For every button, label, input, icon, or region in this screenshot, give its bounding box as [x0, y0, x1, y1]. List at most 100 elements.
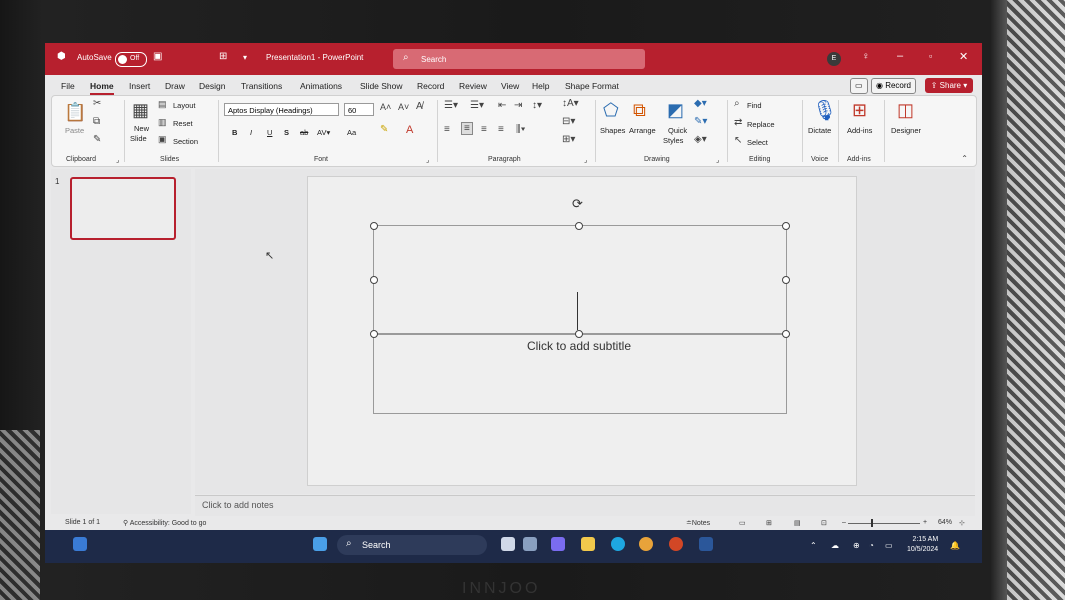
- drawing-launcher-icon[interactable]: ⌟: [716, 156, 719, 164]
- arrange-icon[interactable]: ⧉: [633, 100, 646, 121]
- new-slide-label-2[interactable]: Slide: [130, 134, 147, 143]
- notes-toggle[interactable]: ≐Notes: [686, 519, 710, 527]
- resize-handle[interactable]: [782, 330, 790, 338]
- rotate-handle-icon[interactable]: ⟳: [572, 196, 583, 212]
- slideshow-view-icon[interactable]: ⊡: [821, 519, 827, 527]
- taskbar-search[interactable]: ⌕ Search: [337, 535, 487, 555]
- autosave-toggle[interactable]: Off: [115, 52, 147, 67]
- zoom-level[interactable]: 64%: [938, 519, 952, 526]
- clock[interactable]: 2:15 AM 10/5/2024: [907, 535, 938, 555]
- reset-button[interactable]: Reset: [173, 119, 193, 128]
- shape-outline-icon[interactable]: ✎▾: [694, 116, 707, 127]
- file-explorer-icon[interactable]: [581, 537, 595, 551]
- format-painter-icon[interactable]: ✎: [93, 134, 101, 145]
- resize-handle[interactable]: [575, 222, 583, 230]
- chrome-icon[interactable]: [639, 537, 653, 551]
- reading-view-icon[interactable]: ▤: [794, 519, 801, 527]
- microphone-icon[interactable]: 🎙: [812, 98, 837, 123]
- shadow-button[interactable]: S: [284, 128, 289, 137]
- resize-handle[interactable]: [575, 330, 583, 338]
- line-spacing-icon[interactable]: ↕▾: [532, 100, 542, 111]
- collapse-ribbon-icon[interactable]: ⌃: [961, 154, 968, 163]
- tab-view[interactable]: View: [501, 81, 519, 91]
- task-view-icon[interactable]: [501, 537, 515, 551]
- new-slide-label[interactable]: New: [134, 124, 149, 133]
- widgets-icon[interactable]: [73, 537, 87, 551]
- clear-formatting-icon[interactable]: A̸: [416, 101, 423, 112]
- subtitle-text[interactable]: Click to add subtitle: [373, 339, 785, 353]
- notes-placeholder[interactable]: Click to add notes: [202, 500, 274, 510]
- align-text-icon[interactable]: ⊟▾: [562, 116, 575, 127]
- record-button[interactable]: ◉ Record: [871, 78, 916, 94]
- shapes-button[interactable]: Shapes: [600, 126, 625, 135]
- section-button[interactable]: Section: [173, 137, 198, 146]
- increase-font-icon[interactable]: A˄: [380, 102, 391, 112]
- find-button[interactable]: Find: [747, 101, 762, 110]
- columns-icon[interactable]: ⫼▾: [516, 124, 525, 135]
- paste-label[interactable]: Paste: [65, 126, 84, 135]
- dictate-button[interactable]: Dictate: [808, 126, 831, 135]
- justify-icon[interactable]: ≡: [498, 124, 504, 135]
- comments-button[interactable]: ▭: [850, 78, 868, 94]
- customize-quick-access-icon[interactable]: ▾: [243, 53, 247, 62]
- addins-button[interactable]: Add-ins: [847, 126, 872, 135]
- language-icon[interactable]: ⊕: [853, 541, 860, 550]
- paragraph-launcher-icon[interactable]: ⌟: [584, 156, 587, 164]
- tab-slide-show[interactable]: Slide Show: [360, 81, 403, 91]
- increase-indent-icon[interactable]: ⇥: [514, 100, 522, 111]
- restore-icon[interactable]: ▫: [929, 51, 932, 61]
- character-spacing-icon[interactable]: AV▾: [317, 128, 330, 137]
- zoom-slider[interactable]: [848, 523, 920, 524]
- resize-handle[interactable]: [370, 276, 378, 284]
- paste-icon[interactable]: 📋: [64, 102, 86, 123]
- tab-shape-format[interactable]: Shape Format: [565, 81, 619, 91]
- word-icon[interactable]: [699, 537, 713, 551]
- highlight-icon[interactable]: ✎: [380, 124, 388, 135]
- normal-view-icon[interactable]: ▭: [739, 519, 746, 527]
- change-case-button[interactable]: Aa: [347, 128, 356, 137]
- cut-icon[interactable]: ✂: [93, 98, 101, 109]
- tab-review[interactable]: Review: [459, 81, 487, 91]
- italic-button[interactable]: I: [250, 128, 252, 137]
- resize-handle[interactable]: [782, 222, 790, 230]
- notification-bell-icon[interactable]: 🔔: [950, 541, 960, 550]
- align-right-icon[interactable]: ≡: [481, 124, 487, 135]
- tab-design[interactable]: Design: [199, 81, 225, 91]
- tab-transitions[interactable]: Transitions: [241, 81, 282, 91]
- resize-handle[interactable]: [782, 276, 790, 284]
- align-center-icon[interactable]: ≡: [461, 122, 473, 135]
- select-button[interactable]: Select: [747, 138, 768, 147]
- share-button[interactable]: ⇪ Share ▾: [925, 78, 973, 93]
- cloud-icon[interactable]: ☁: [831, 541, 839, 550]
- decrease-font-icon[interactable]: A˅: [398, 102, 409, 112]
- notes-pane[interactable]: Click to add notes: [195, 495, 975, 517]
- arrange-button[interactable]: Arrange: [629, 126, 656, 135]
- numbering-icon[interactable]: ☰▾: [470, 100, 484, 111]
- tab-home[interactable]: Home: [90, 81, 114, 95]
- font-color-icon[interactable]: A: [406, 124, 413, 136]
- shape-effects-icon[interactable]: ◈▾: [694, 134, 707, 145]
- quick-styles-label[interactable]: Quick: [668, 126, 687, 135]
- bullets-icon[interactable]: ☰▾: [444, 100, 458, 111]
- align-left-icon[interactable]: ≡: [444, 124, 450, 135]
- edge-icon[interactable]: [611, 537, 625, 551]
- title-placeholder[interactable]: [373, 225, 787, 335]
- quick-styles-icon[interactable]: ◩: [667, 100, 684, 121]
- copy-icon[interactable]: ⧉: [93, 116, 100, 127]
- strikethrough-icon[interactable]: ab: [300, 128, 308, 137]
- clipboard-launcher-icon[interactable]: ⌟: [116, 156, 119, 164]
- start-icon[interactable]: [313, 537, 327, 551]
- addins-icon[interactable]: ⊞: [852, 100, 867, 121]
- quick-styles-label-2[interactable]: Styles: [663, 136, 683, 145]
- zoom-in-icon[interactable]: +: [923, 519, 927, 526]
- present-icon[interactable]: ⊞: [219, 51, 227, 62]
- new-slide-icon[interactable]: ▦: [132, 100, 149, 121]
- font-name-select[interactable]: Aptos Display (Headings): [224, 103, 339, 116]
- fit-slide-icon[interactable]: ⊹: [959, 519, 965, 527]
- slide-thumbnail[interactable]: [70, 177, 176, 240]
- smartart-icon[interactable]: ⊞▾: [562, 134, 575, 145]
- accessibility-status[interactable]: ⚲ Accessibility: Good to go: [123, 519, 206, 527]
- lightbulb-icon[interactable]: ♀: [862, 51, 870, 62]
- tab-file[interactable]: File: [61, 81, 75, 91]
- close-icon[interactable]: ✕: [959, 50, 968, 63]
